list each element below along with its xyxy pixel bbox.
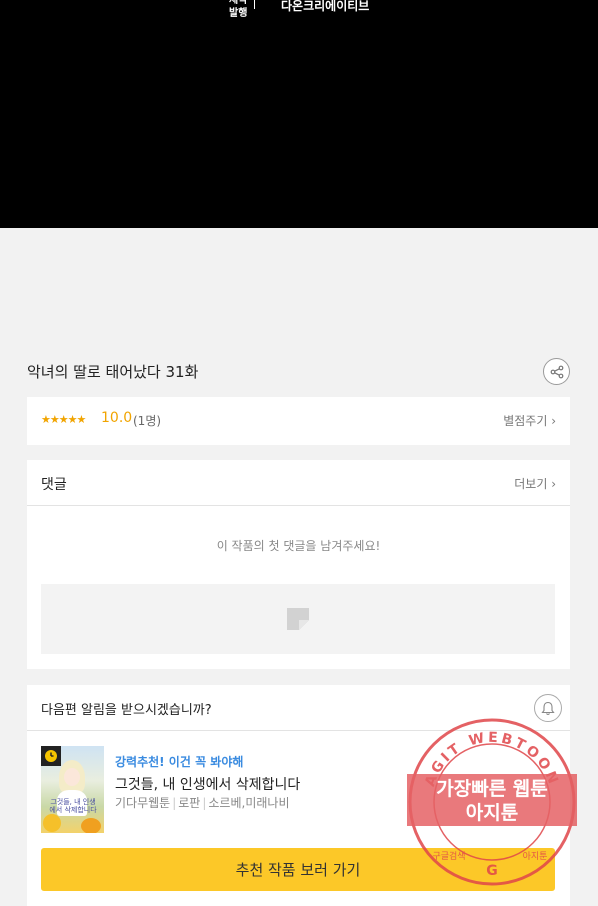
recommendation-meta: 기다무웹툰 | 로판 | 소르베,미래나비 [115, 796, 290, 810]
recommendation-title[interactable]: 그것들, 내 인생에서 삭제합니다 [115, 774, 300, 794]
rating-score: 10.0 [101, 410, 133, 426]
share-icon [550, 365, 563, 378]
episode-title: 악녀의 딸로 태어났다 31화 [27, 363, 199, 381]
rating-count: (1명) [133, 414, 162, 428]
comment-section: 댓글 더보기 › 이 작품의 첫 댓글을 남겨주세요! [27, 460, 570, 669]
next-episode-header: 다음편 알림을 받으시겠습니까? [27, 685, 570, 731]
rate-button[interactable]: 별점주기 › [503, 412, 556, 429]
credit-labels: 제작 발행 [229, 0, 247, 20]
meta-genre: 로판 [178, 796, 201, 810]
comment-title: 댓글 [41, 477, 67, 493]
rating-stars: ★★★★★ [41, 413, 86, 426]
next-episode-card: 다음편 알림을 받으시겠습니까? 그것들, 내 인생에서 삭제합니다 강력추천!… [27, 685, 570, 906]
recommendation-label: 강력추천! 이건 꼭 봐야해 [115, 755, 244, 769]
comment-more-link[interactable]: 더보기 › [514, 475, 556, 492]
credit-company: 다온크리에이티브 [281, 0, 370, 13]
notify-bell-button[interactable] [534, 694, 562, 722]
note-icon [287, 608, 309, 630]
comment-empty-message: 이 작품의 첫 댓글을 남겨주세요! [216, 539, 381, 553]
rating-card: ★★★★★ 10.0 (1명) 별점주기 › [27, 397, 570, 445]
bell-icon [541, 701, 555, 715]
credit-label-production: 제작 [229, 0, 248, 6]
comment-header: 댓글 더보기 › [27, 460, 570, 506]
credit-divider [254, 0, 255, 9]
share-button[interactable] [543, 358, 570, 385]
clock-icon [41, 746, 61, 766]
meta-type: 기다무웹툰 [115, 796, 171, 810]
meta-authors: 소르베,미래나비 [208, 796, 290, 810]
next-episode-notify-question: 다음편 알림을 받으시겠습니까? [41, 703, 212, 718]
thumbnail-title-text: 그것들, 내 인생에서 삭제합니다 [49, 798, 97, 814]
webtoon-viewer-end: 제작 발행 다온크리에이티브 [0, 0, 598, 228]
comment-input-box[interactable] [41, 584, 555, 654]
credit-label-publisher: 발행 [229, 8, 248, 19]
view-recommended-button[interactable]: 추천 작품 보러 가기 [41, 848, 555, 891]
